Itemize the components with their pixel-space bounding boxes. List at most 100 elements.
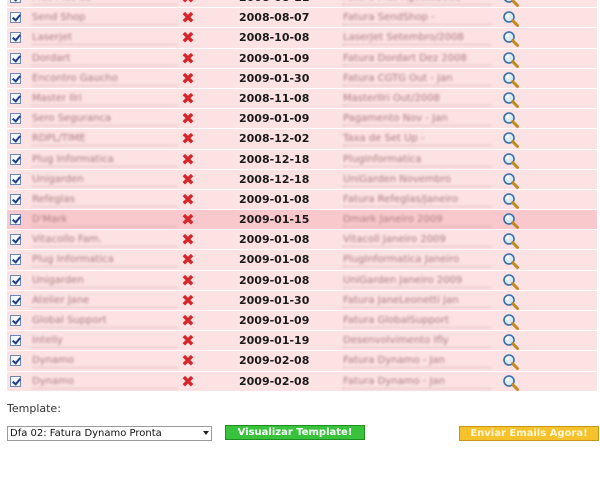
table-row: Plus Plus da✖ 2008-08-11 Fatura Plus Agost…	[7, 0, 597, 9]
row-name: Plus Plus da	[32, 0, 177, 5]
magnifier-icon[interactable]	[502, 10, 520, 28]
row-checkbox[interactable]	[10, 133, 21, 145]
row-date: 2008-12-18	[239, 172, 310, 186]
row-checkbox[interactable]	[10, 234, 21, 246]
delete-icon[interactable]: ✖	[180, 111, 196, 127]
row-checkbox[interactable]	[10, 113, 21, 125]
table-row: Refeglas ✖ 2009-01-08 Fatura Refeglas/Janei…	[7, 189, 597, 211]
row-description: Fatura Refeglas/Janeiro	[343, 193, 491, 207]
row-checkbox[interactable]	[10, 375, 21, 387]
magnifier-icon[interactable]	[502, 152, 520, 170]
magnifier-icon[interactable]	[502, 51, 520, 69]
delete-icon[interactable]: ✖	[180, 30, 196, 46]
table-row: Vitacollo Fam. ✖ 2009-01-08 Vitacoll Janeir…	[7, 230, 597, 251]
row-date: 2009-02-08	[239, 374, 310, 388]
magnifier-icon[interactable]	[502, 273, 520, 291]
magnifier-icon[interactable]	[502, 313, 520, 331]
row-date: 2009-01-09	[239, 51, 310, 65]
row-date: 2008-08-11	[239, 0, 309, 4]
row-date: 2009-01-15	[239, 213, 310, 227]
row-name: Dynamo	[32, 354, 177, 369]
table-row: Intelly ✖ 2009-01-19 Desenvolvimento Ifly	[7, 331, 597, 352]
delete-icon[interactable]: ✖	[180, 212, 196, 228]
delete-icon[interactable]: ✖	[180, 353, 196, 369]
delete-icon[interactable]: ✖	[180, 0, 196, 6]
row-date: 2009-01-08	[239, 192, 310, 206]
row-checkbox[interactable]	[10, 335, 21, 347]
delete-icon[interactable]: ✖	[180, 90, 196, 107]
row-checkbox[interactable]	[10, 12, 21, 24]
row-description: UniGarden Novembro	[343, 173, 491, 187]
magnifier-icon[interactable]	[502, 91, 520, 109]
delete-icon[interactable]: ✖	[180, 272, 196, 289]
table-row: Atelier Jane ✖ 2009-01-30 Fatura JaneLeonet…	[7, 290, 597, 311]
magnifier-icon[interactable]	[502, 232, 520, 250]
row-checkbox[interactable]	[10, 173, 21, 185]
send-emails-button[interactable]: Enviar Emails Agora!	[459, 426, 599, 441]
magnifier-icon[interactable]	[502, 172, 520, 190]
row-checkbox[interactable]	[10, 254, 21, 266]
table-row: Dynamo ✖ 2009-02-08 Fatura Dynamo - Jan	[7, 371, 597, 392]
chevron-down-icon	[203, 431, 209, 435]
row-checkbox[interactable]	[10, 193, 21, 205]
row-name: Refeglas	[32, 193, 177, 207]
preview-template-button[interactable]: Visualizar Template!	[225, 425, 365, 440]
table-row: Dordart ✖ 2009-01-09 Fatura Dordart Dez 200…	[7, 48, 597, 69]
magnifier-icon[interactable]	[502, 374, 520, 392]
magnifier-icon[interactable]	[502, 252, 520, 270]
row-description: Fatura GlobalSupport	[343, 314, 491, 328]
row-description: Taxa de Set Up -	[343, 132, 491, 147]
delete-icon[interactable]: ✖	[180, 191, 196, 208]
row-checkbox[interactable]	[10, 315, 21, 326]
delete-icon[interactable]: ✖	[180, 333, 196, 349]
magnifier-icon[interactable]	[502, 192, 520, 210]
row-description: Pagamento Nov - Jan	[343, 112, 491, 127]
delete-icon[interactable]: ✖	[180, 151, 196, 168]
magnifier-icon[interactable]	[502, 71, 520, 89]
magnifier-icon[interactable]	[502, 212, 520, 230]
row-checkbox[interactable]	[10, 52, 21, 64]
template-label: Template:	[7, 402, 61, 415]
row-checkbox[interactable]	[10, 0, 21, 3]
row-name: Vitacollo Fam.	[32, 233, 177, 248]
row-name: Plug Informatica	[32, 153, 177, 167]
row-checkbox[interactable]	[10, 72, 21, 84]
row-checkbox[interactable]	[10, 214, 21, 226]
row-date: 2008-08-07	[239, 11, 310, 25]
magnifier-icon[interactable]	[502, 293, 520, 311]
row-checkbox[interactable]	[10, 92, 21, 104]
row-description: Dmark Janeiro 2009	[343, 213, 491, 228]
table-row: Global Support ✖ 2009-01-09 Fatura GlobalSu…	[7, 311, 597, 332]
delete-icon[interactable]: ✖	[180, 70, 196, 87]
row-checkbox[interactable]	[10, 274, 21, 286]
row-name: Atelier Jane	[32, 294, 177, 308]
row-date: 2009-01-08	[239, 233, 310, 247]
table-row: Plug Informatica ✖ 2009-01-08 PlugInformati…	[7, 250, 597, 271]
delete-icon[interactable]: ✖	[180, 232, 196, 248]
magnifier-icon[interactable]	[502, 0, 520, 8]
delete-icon[interactable]: ✖	[180, 252, 196, 268]
delete-icon[interactable]: ✖	[180, 131, 196, 147]
delete-icon[interactable]: ✖	[180, 10, 196, 26]
row-checkbox[interactable]	[10, 32, 21, 44]
row-description: Fatura CGTG Out - Jan	[343, 72, 491, 86]
magnifier-icon[interactable]	[502, 353, 520, 371]
magnifier-icon[interactable]	[502, 111, 520, 129]
row-date: 2009-01-08	[239, 253, 310, 267]
row-name: Plug Informatica	[32, 253, 177, 268]
table-row: Master Ilri ✖ 2008-11-08 MasterIlri Out/200…	[7, 88, 597, 110]
table-row: Sero Seguranca ✖ 2009-01-09 Pagamento Nov -…	[7, 109, 597, 130]
magnifier-icon[interactable]	[502, 30, 520, 48]
template-select[interactable]: Dfa 02: Fatura Dynamo Pronta	[7, 426, 212, 441]
delete-icon[interactable]: ✖	[180, 373, 196, 390]
delete-icon[interactable]: ✖	[180, 50, 196, 67]
delete-icon[interactable]: ✖	[180, 171, 196, 188]
delete-icon[interactable]: ✖	[180, 313, 196, 329]
delete-icon[interactable]: ✖	[180, 292, 196, 309]
magnifier-icon[interactable]	[502, 131, 520, 149]
row-checkbox[interactable]	[10, 294, 21, 306]
magnifier-icon[interactable]	[502, 333, 520, 351]
row-checkbox[interactable]	[10, 355, 21, 367]
row-checkbox[interactable]	[10, 153, 21, 165]
row-name: D'Mark	[32, 213, 177, 228]
